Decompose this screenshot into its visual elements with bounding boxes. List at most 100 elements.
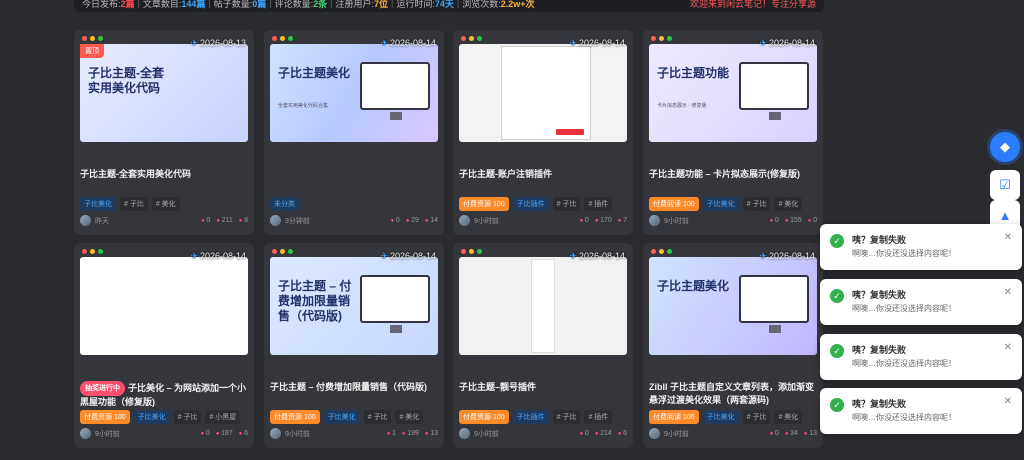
category-tag[interactable]: 子比插件 — [512, 410, 549, 424]
avatar[interactable] — [80, 215, 91, 226]
post-date: ✈ 2026-08-14 — [759, 251, 815, 261]
thumbnail-subtitle: 卡片拟态展示 · 修复版 — [657, 103, 707, 109]
toast-notification: ✓ 咦？复制失败 啊噢…你没还没选择内容呢！ ✕ — [820, 279, 1022, 325]
category-tag[interactable]: 子比美化 — [133, 410, 170, 424]
stat-views-value: 2.2w+次 — [500, 0, 535, 9]
post-card[interactable]: ✈ 2026-08-14 子比主题 – 付费增加限量销售（代码版) 子比主题 – 付费… — [264, 243, 444, 448]
topic-tag[interactable]: # 美化 — [774, 197, 803, 211]
topic-tag[interactable]: # 子比 — [120, 197, 148, 211]
thumbnail-title: 子比主题功能 — [657, 66, 730, 80]
calendar-check-icon[interactable]: ☑ — [990, 170, 1020, 200]
post-card[interactable]: ✈ 2026-08-13 子比主题-全套实用美化代码 置顶 子比主题-全套实用美化代码子… — [74, 30, 254, 235]
topic-tag[interactable]: # 插件 — [584, 410, 613, 424]
avatar[interactable] — [459, 215, 470, 226]
post-title[interactable]: 子比主题-账户注销插件 — [459, 168, 627, 181]
post-time: 9小时前 — [664, 217, 689, 225]
like-count: 0 — [580, 430, 589, 437]
post-date: ✈ 2026-08-14 — [190, 251, 246, 261]
like-count: 0 — [770, 217, 779, 224]
post-thumbnail[interactable]: 子比主题功能卡片拟态展示 · 修复版 — [649, 44, 817, 142]
toast-notification: ✓ 咦？复制失败 啊噢…你没还没选择内容呢！ ✕ — [820, 224, 1022, 270]
post-thumbnail[interactable]: 子比主题美化 — [649, 257, 817, 355]
phone-preview — [531, 259, 555, 353]
post-title[interactable]: 子比主题 – 付费增加限量销售（代码版) — [270, 381, 438, 394]
view-count: 155 — [785, 217, 802, 224]
monitor-illustration — [739, 275, 809, 333]
post-card[interactable]: ✈ 2026-08-14 子比主题–靓号插件 付费资源 100 子比插件 # 子比 # 插件… — [453, 243, 633, 448]
post-title[interactable]: 子比主题功能 – 卡片拟态展示(修复版) — [649, 168, 817, 181]
post-card[interactable]: ✈ 2026-08-14 抽奖进行中 子比美化 – 为网站添加一个小黑屋功能（修复版)… — [74, 243, 254, 448]
window-dots — [651, 36, 672, 41]
post-thumbnail[interactable]: 子比主题-全套实用美化代码 — [80, 44, 248, 142]
post-title[interactable]: 抽奖进行中 子比美化 – 为网站添加一个小黑屋功能（修复版) — [80, 381, 248, 409]
topic-tag[interactable]: # 美化 — [774, 410, 803, 424]
topic-tag[interactable]: # 子比 — [363, 410, 392, 424]
post-thumbnail[interactable]: 子比主题 – 付费增加限量销售（代码版) — [270, 257, 438, 355]
post-thumbnail[interactable] — [459, 44, 627, 142]
thumbnail-title: 子比主题美化 — [278, 66, 351, 80]
post-title[interactable]: 子比主题-全套实用美化代码 — [80, 168, 248, 181]
thumbnail-title: 子比主题美化 — [657, 279, 730, 293]
like-count: 0 — [201, 430, 210, 437]
category-tag[interactable]: 未分类 — [270, 197, 299, 211]
category-tag[interactable]: 子比美化 — [702, 410, 739, 424]
post-card[interactable]: ✈ 2026-08-14 子比主题美化 Zibll 子比主题自定义文章列表，添加渐变悬… — [643, 243, 823, 448]
paid-badge[interactable]: 付费资源 100 — [80, 410, 130, 424]
close-icon[interactable]: ✕ — [1004, 396, 1012, 407]
topic-tag[interactable]: # 小黑屋 — [205, 410, 241, 424]
topic-tag[interactable]: # 子比 — [742, 197, 771, 211]
paid-badge[interactable]: 付费阅读 100 — [649, 197, 699, 211]
avatar[interactable] — [270, 428, 281, 439]
post-card[interactable]: ✈ 2026-08-14 子比主题功能 卡片拟态展示 · 修复版 子比主题功能 – 卡片… — [643, 30, 823, 235]
paid-badge[interactable]: 付费阅读 100 — [649, 410, 699, 424]
window-dots — [272, 36, 293, 41]
post-thumbnail[interactable]: 子比主题美化 全套实用美化代码合集 — [270, 44, 438, 142]
toast-notification: ✓ 咦？复制失败 啊噢…你没还没选择内容呢！ ✕ — [820, 334, 1022, 380]
thumbnail-title: 子比主题 – 付费增加限量销售（代码版) — [278, 279, 352, 323]
category-tag[interactable]: 子比美化 — [80, 197, 116, 211]
paid-badge[interactable]: 付费资源 100 — [270, 410, 320, 424]
avatar[interactable] — [649, 215, 660, 226]
close-icon[interactable]: ✕ — [1004, 232, 1012, 243]
stat-runtime-label: 运行时间: — [396, 0, 435, 9]
comment-count: 0 — [808, 217, 817, 224]
category-tag[interactable]: 子比美化 — [702, 197, 739, 211]
like-count: 0 — [580, 217, 589, 224]
check-icon: ✓ — [830, 234, 844, 248]
paid-badge[interactable]: 付费资源 100 — [459, 197, 509, 211]
check-icon: ✓ — [830, 344, 844, 358]
post-card[interactable]: ✈2026-08-14子比主题美化全套实用美化代码合集未分类3分钟前02914 — [264, 30, 444, 235]
toast-title: 咦？复制失败 — [852, 345, 907, 355]
topic-tag[interactable]: # 子比 — [552, 197, 581, 211]
post-card[interactable]: ✈ 2026-08-14 子比主题-账户注销插件 付费资源 100 子比插件 # 子比 # … — [453, 30, 633, 235]
post-thumbnail[interactable] — [80, 257, 248, 355]
post-date: ✈ 2026-08-14 — [380, 251, 436, 261]
topic-tag[interactable]: # 子比 — [173, 410, 202, 424]
avatar[interactable] — [270, 215, 281, 226]
view-count: 29 — [406, 217, 419, 224]
close-icon[interactable]: ✕ — [1004, 287, 1012, 298]
close-icon[interactable]: ✕ — [1004, 342, 1012, 353]
avatar[interactable] — [649, 428, 660, 439]
post-thumbnail[interactable] — [459, 257, 627, 355]
post-title[interactable]: 子比主题–靓号插件 — [459, 381, 627, 394]
avatar[interactable] — [80, 428, 91, 439]
diamond-icon[interactable]: ◆ — [990, 132, 1020, 162]
lottery-badge: 抽奖进行中 — [80, 381, 125, 396]
topic-tag[interactable]: # 插件 — [584, 197, 613, 211]
category-tag[interactable]: 子比插件 — [512, 197, 549, 211]
paid-badge[interactable]: 付费资源 100 — [459, 410, 509, 424]
topic-tag[interactable]: # 子比 — [742, 410, 771, 424]
post-time: 9小时前 — [664, 430, 689, 438]
avatar[interactable] — [459, 428, 470, 439]
post-time: 9小时前 — [474, 217, 499, 225]
topic-tag[interactable]: # 美化 — [395, 410, 424, 424]
post-title[interactable]: Zibll 子比主题自定义文章列表，添加渐变悬浮过渡美化效果（两套源码) — [649, 381, 817, 407]
comment-count: 13 — [425, 430, 438, 437]
stat-runtime-value: 74天 — [434, 0, 454, 9]
category-tag[interactable]: 子比美化 — [323, 410, 360, 424]
topic-tag[interactable]: # 子比 — [552, 410, 581, 424]
monitor-illustration — [360, 62, 430, 120]
post-date: ✈ 2026-08-14 — [569, 251, 625, 261]
topic-tag[interactable]: # 美化 — [151, 197, 180, 211]
